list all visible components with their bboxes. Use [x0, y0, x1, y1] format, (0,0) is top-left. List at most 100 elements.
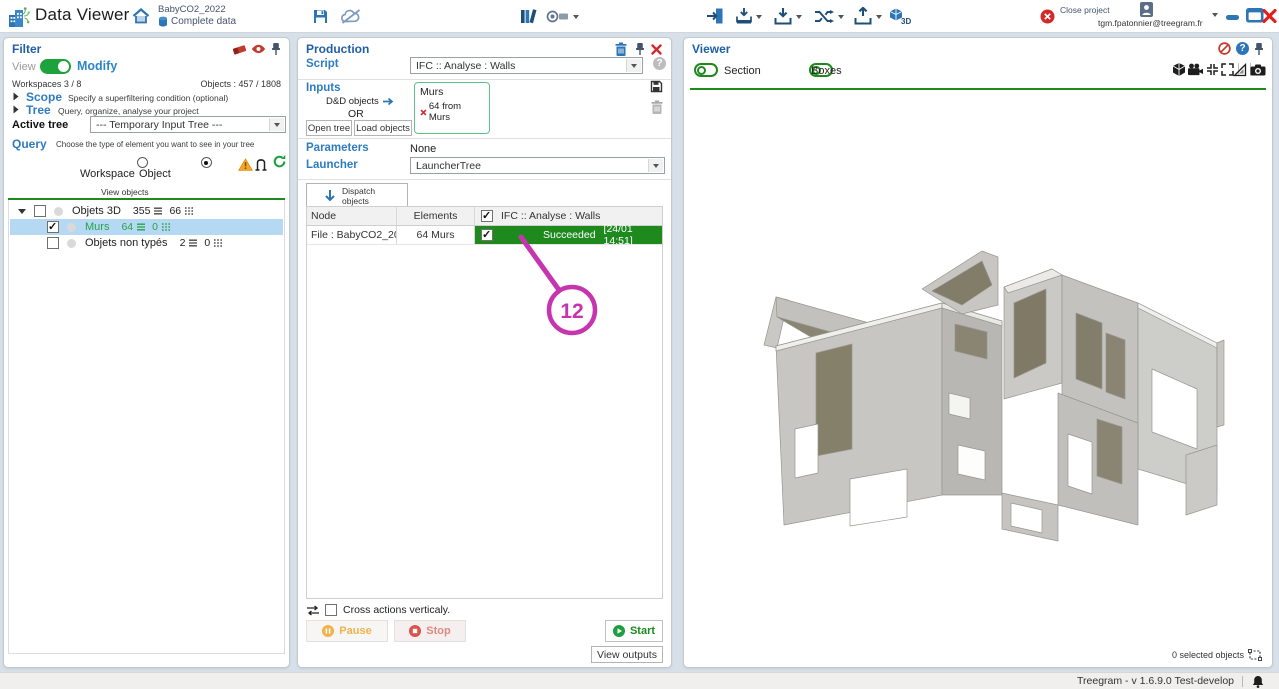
launcher-select[interactable]: LauncherTree	[410, 157, 665, 174]
view-outputs-button[interactable]: View outputs	[591, 646, 663, 663]
upload-dropdown-icon[interactable]	[876, 15, 882, 19]
cell-node: File : BabyCO2_2022	[307, 226, 397, 244]
user-menu[interactable]: tgm.fpatonnier@treegram.fr	[1098, 18, 1203, 28]
row-action-checkbox[interactable]	[481, 229, 493, 241]
row-checkbox[interactable]	[47, 221, 59, 233]
tree-row-objets-3d[interactable]: Objets 3D 355 66	[10, 203, 283, 219]
close-window-button[interactable]	[1262, 9, 1277, 23]
import-project-icon[interactable]	[706, 7, 724, 25]
script-select[interactable]: IFC :: Analyse : Walls	[410, 57, 643, 74]
eye-icon[interactable]	[251, 44, 266, 54]
save-inputs-icon[interactable]	[650, 80, 663, 93]
cell-status: Succeeded [24/01 14:51]	[475, 226, 662, 244]
cloud-offline-icon[interactable]	[340, 9, 362, 24]
avatar[interactable]	[1140, 2, 1153, 17]
disable-viewer-icon[interactable]	[1218, 42, 1231, 55]
home-icon[interactable]	[132, 8, 150, 24]
row-checkbox[interactable]	[34, 205, 46, 217]
import-objects-icon[interactable]	[735, 7, 753, 25]
project-data-row[interactable]: Complete data	[158, 16, 236, 27]
pin-icon[interactable]	[635, 42, 645, 56]
clear-inputs-trash-icon[interactable]	[651, 100, 663, 114]
refresh-icon[interactable]	[272, 154, 287, 169]
screenshot-camera-icon[interactable]	[1250, 64, 1266, 76]
object-radio[interactable]	[201, 157, 212, 168]
projector-icon[interactable]	[546, 9, 569, 24]
measure-icon[interactable]	[1233, 63, 1247, 77]
close-panel-icon[interactable]	[651, 44, 662, 55]
download-icon[interactable]	[774, 7, 792, 25]
load-objects-button[interactable]: Load objects	[354, 120, 412, 136]
list-count-icon	[153, 206, 163, 216]
select-caret-icon	[626, 59, 641, 72]
stop-icon	[409, 625, 421, 637]
minimize-button[interactable]	[1226, 15, 1240, 21]
cross-actions-checkbox[interactable]	[325, 604, 337, 616]
table-row[interactable]: File : BabyCO2_2022 64 Murs Succeeded [2…	[307, 226, 662, 245]
zoom-fit-icon[interactable]	[1206, 63, 1219, 76]
filter-panel-title: Filter	[12, 42, 41, 56]
start-button[interactable]: Start	[605, 620, 663, 642]
object-radio-label[interactable]: Object	[139, 168, 171, 180]
boxes-toggle-label: Boxes	[811, 65, 842, 77]
column-header-node[interactable]: Node	[307, 207, 397, 225]
projector-dropdown-icon[interactable]	[573, 15, 579, 19]
app-title: Data Viewer	[35, 5, 130, 25]
tree-section-label[interactable]: Tree	[26, 103, 51, 117]
workspace-radio-label[interactable]: Workspace	[80, 168, 135, 180]
pin-icon[interactable]	[1254, 42, 1264, 56]
status-bar: Treegram - v 1.6.9.0 Test-develop	[0, 672, 1279, 689]
workspace-radio[interactable]	[137, 157, 148, 168]
count-grid: 0	[204, 237, 210, 249]
eraser-icon[interactable]	[232, 43, 247, 56]
help-icon[interactable]: ?	[1236, 42, 1249, 55]
download-dropdown-icon[interactable]	[796, 15, 802, 19]
column-header-elements[interactable]: Elements	[397, 207, 475, 225]
active-tree-select[interactable]: --- Temporary Input Tree ---	[90, 116, 286, 133]
scope-expander-icon[interactable]	[14, 93, 19, 101]
tree-expander-icon[interactable]	[14, 106, 19, 114]
tree-row-murs[interactable]: Murs 64 0	[10, 219, 283, 235]
start-icon	[613, 625, 625, 637]
scope-section-label[interactable]: Scope	[26, 90, 62, 104]
shuffle-icon[interactable]	[814, 9, 834, 24]
tree-row-objets-non-types[interactable]: Objets non typés 2 0	[10, 235, 283, 251]
input-card-murs[interactable]: Murs 64 from Murs	[414, 82, 490, 134]
cube-view-icon[interactable]	[1172, 62, 1186, 77]
view-modify-toggle[interactable]	[40, 59, 71, 74]
3d-viewport[interactable]	[746, 193, 1251, 593]
pause-button[interactable]: Pause	[306, 620, 388, 642]
view-objects-tab[interactable]: View objects	[101, 187, 149, 197]
merge-tree-icon[interactable]	[254, 155, 268, 171]
select-all-checkbox[interactable]	[481, 210, 493, 222]
user-dropdown-icon[interactable]	[1212, 13, 1218, 17]
video-camera-icon[interactable]	[1187, 63, 1204, 76]
script-label: Script	[306, 58, 339, 70]
row-checkbox[interactable]	[47, 237, 59, 249]
close-project-icon[interactable]	[1040, 9, 1055, 24]
upload-icon[interactable]	[854, 7, 872, 25]
svg-text:3D: 3D	[901, 17, 911, 26]
stop-button[interactable]: Stop	[394, 620, 466, 642]
selection-mode-icon[interactable]	[1248, 649, 1262, 661]
select-caret-icon	[648, 159, 663, 172]
section-toggle[interactable]	[694, 63, 718, 77]
remove-input-icon[interactable]	[420, 109, 427, 116]
library-icon[interactable]	[519, 7, 539, 25]
save-icon[interactable]	[312, 8, 329, 25]
collapse-caret-icon[interactable]	[18, 209, 26, 214]
trash-icon[interactable]	[615, 42, 627, 56]
script-help-icon[interactable]: ?	[653, 57, 666, 70]
app-logo-icon	[6, 4, 32, 30]
titlebar: Data Viewer BabyCO2_2022 Complete data	[0, 0, 1279, 33]
notifications-bell-icon[interactable]	[1252, 675, 1264, 688]
3d-export-icon[interactable]: 3D	[888, 7, 912, 26]
shuffle-dropdown-icon[interactable]	[838, 15, 844, 19]
import-objects-dropdown-icon[interactable]	[756, 15, 762, 19]
tree-row-label: Objets 3D	[72, 205, 121, 217]
list-count-icon	[188, 238, 198, 248]
close-project-label[interactable]: Close project	[1060, 6, 1110, 16]
tree-row-label: Objets non typés	[85, 237, 168, 249]
open-tree-button[interactable]: Open tree	[306, 120, 352, 136]
pin-icon[interactable]	[271, 42, 281, 56]
